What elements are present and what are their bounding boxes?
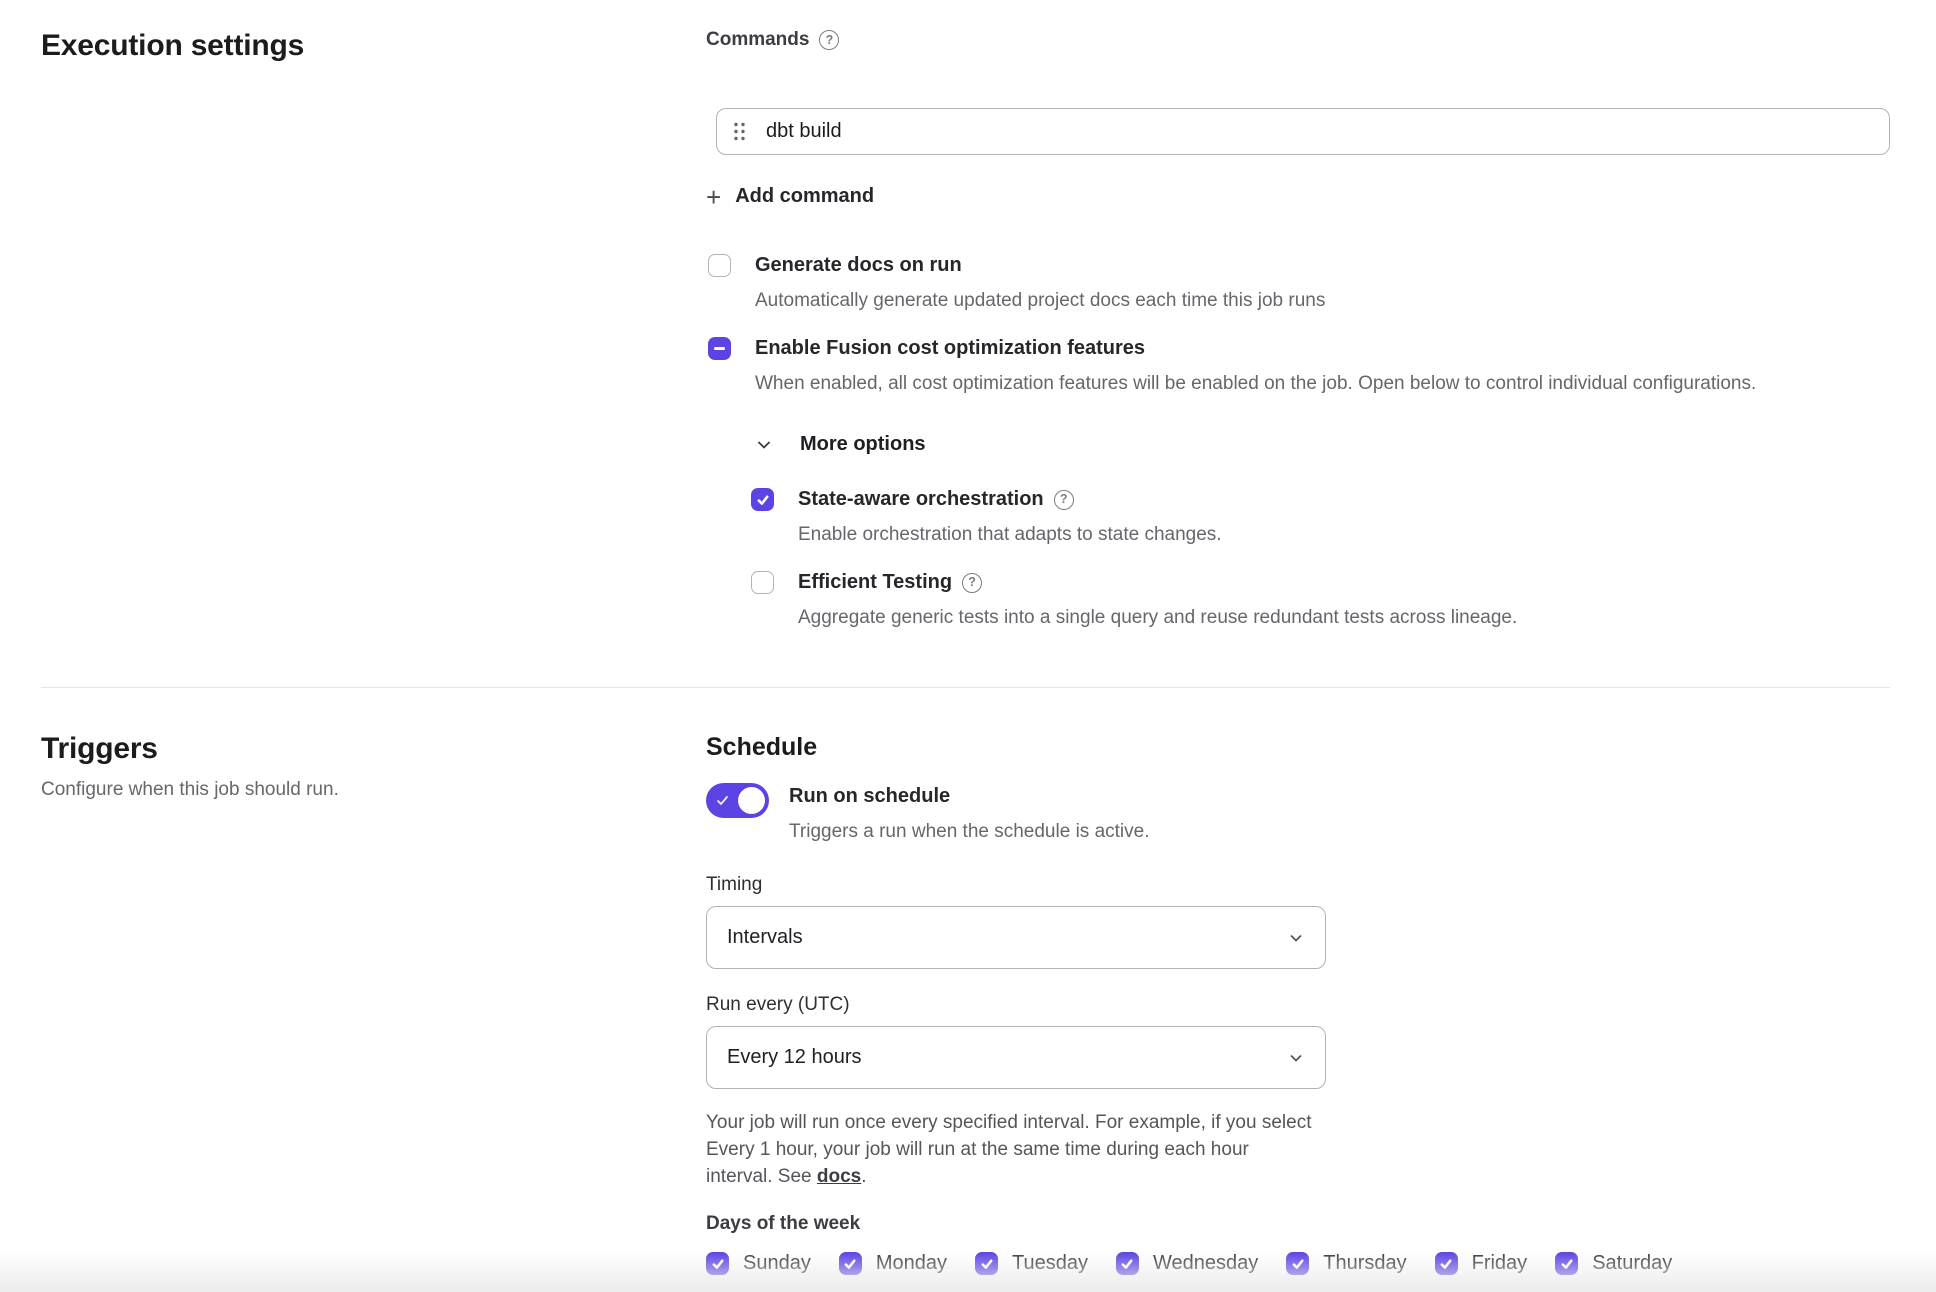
docs-link[interactable]: docs [817,1166,861,1187]
day-item-monday: Monday [839,1252,947,1275]
fusion-cost-optimization-label: Enable Fusion cost optimization features [755,335,1145,362]
day-item-thursday: Thursday [1286,1252,1406,1275]
run-on-schedule-row: Run on schedule Triggers a run when the … [706,783,1890,845]
efficient-testing-help-icon[interactable]: ? [962,573,982,593]
monday-checkbox[interactable] [839,1252,862,1275]
chevron-down-icon [1287,929,1305,947]
run-on-schedule-label: Run on schedule [789,783,1890,810]
toggle-check-icon [715,793,730,808]
fusion-cost-optimization-description: When enabled, all cost optimization feat… [755,371,1890,397]
commands-label: Commands [706,29,809,51]
triggers-subheading: Configure when this job should run. [41,777,706,803]
fusion-cost-optimization-option: Enable Fusion cost optimization features… [708,335,1890,397]
timing-label: Timing [706,873,1890,897]
day-item-sunday: Sunday [706,1252,811,1275]
timing-select-value: Intervals [727,926,803,949]
run-every-label: Run every (UTC) [706,993,1890,1017]
chevron-down-icon [1287,1049,1305,1067]
tuesday-checkbox[interactable] [975,1252,998,1275]
saturday-checkbox[interactable] [1555,1252,1578,1275]
commands-label-row: Commands ? [706,28,1890,52]
fusion-cost-optimization-checkbox[interactable] [708,337,731,360]
state-aware-orchestration-description: Enable orchestration that adapts to stat… [798,522,1890,548]
interval-help-text: Your job will run once every specified i… [706,1109,1316,1190]
wednesday-checkbox[interactable] [1116,1252,1139,1275]
add-command-label: Add command [735,185,874,208]
drag-handle-icon[interactable] [733,121,746,142]
friday-checkbox[interactable] [1435,1252,1458,1275]
generate-docs-checkbox[interactable] [708,254,731,277]
days-of-week-label: Days of the week [706,1212,1890,1236]
day-item-saturday: Saturday [1555,1252,1672,1275]
toggle-knob [738,787,765,814]
command-input[interactable] [766,120,1873,143]
state-aware-orchestration-checkbox[interactable] [751,488,774,511]
day-item-tuesday: Tuesday [975,1252,1088,1275]
efficient-testing-label: Efficient Testing [798,569,952,596]
state-aware-orchestration-label: State-aware orchestration [798,486,1044,513]
run-every-select[interactable]: Every 12 hours [706,1026,1326,1089]
state-aware-orchestration-option: State-aware orchestration ? Enable orche… [751,486,1890,548]
schedule-heading: Schedule [706,731,1890,763]
job-settings-page: Execution settings Commands ? [0,0,1936,1292]
efficient-testing-description: Aggregate generic tests into a single qu… [798,605,1890,631]
generate-docs-option: Generate docs on run Automatically gener… [708,252,1890,314]
efficient-testing-option: Efficient Testing ? Aggregate generic te… [751,569,1890,631]
thursday-checkbox[interactable] [1286,1252,1309,1275]
state-aware-help-icon[interactable]: ? [1054,490,1074,510]
days-of-week-row: Sunday Monday Tuesday Wednesday Thursday [706,1252,1890,1275]
command-input-row [716,108,1890,155]
triggers-section: Triggers Configure when this job should … [41,688,1890,1275]
triggers-heading: Triggers [41,731,706,767]
day-item-wednesday: Wednesday [1116,1252,1258,1275]
timing-select[interactable]: Intervals [706,906,1326,969]
execution-settings-section: Execution settings Commands ? [41,28,1890,631]
execution-settings-heading: Execution settings [41,28,706,64]
chevron-down-icon [755,436,773,454]
add-command-button[interactable]: + Add command [706,185,874,208]
sunday-checkbox[interactable] [706,1252,729,1275]
efficient-testing-checkbox[interactable] [751,571,774,594]
run-on-schedule-description: Triggers a run when the schedule is acti… [789,819,1890,845]
generate-docs-label: Generate docs on run [755,252,962,279]
run-every-select-value: Every 12 hours [727,1046,862,1069]
more-options-toggle[interactable]: More options [755,433,1890,456]
generate-docs-description: Automatically generate updated project d… [755,288,1890,314]
plus-icon: + [706,186,721,208]
day-item-friday: Friday [1435,1252,1528,1275]
more-options-label: More options [800,433,926,456]
run-on-schedule-toggle[interactable] [706,783,769,818]
commands-help-icon[interactable]: ? [819,30,839,50]
